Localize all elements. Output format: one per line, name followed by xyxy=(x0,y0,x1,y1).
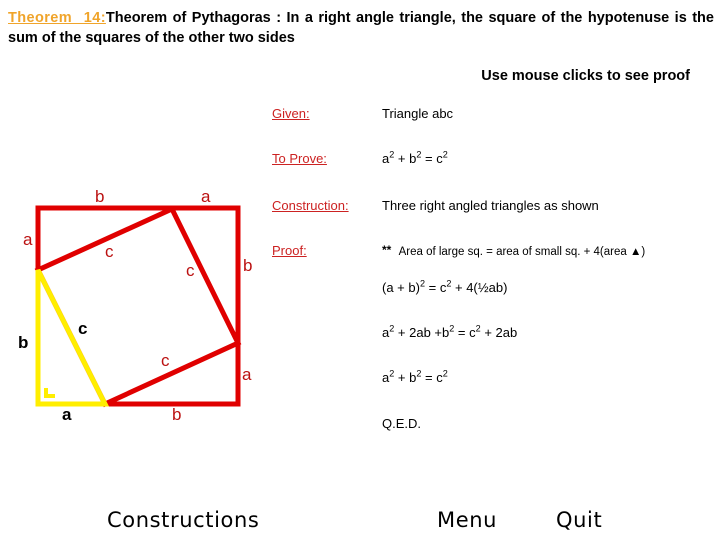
diagram-label-c-upper: c xyxy=(105,242,114,261)
proof-qed: Q.E.D. xyxy=(382,416,422,431)
right-angle-marker xyxy=(44,388,55,398)
pythagoras-diagram: b a a c c b c b c a a b xyxy=(0,0,290,440)
diagram-label-c-yellow: c xyxy=(78,319,88,338)
inner-square-shape xyxy=(34,205,242,408)
constructions-button[interactable]: Constructions xyxy=(107,508,259,532)
highlighted-triangle-shape xyxy=(35,268,110,407)
diagram-label-a-left-upper: a xyxy=(23,230,33,249)
quit-button[interactable]: Quit xyxy=(556,508,602,532)
proof-statement-wrap: ** Area of large sq. = area of small sq.… xyxy=(382,243,645,258)
given-value: Triangle abc xyxy=(382,106,454,121)
diagram-label-b-right: b xyxy=(243,256,253,275)
proof-equation-2: a2 + 2ab +b2 = c2 + 2ab xyxy=(382,323,518,340)
outer-square-shape xyxy=(35,205,241,407)
to-prove-value: a2 + b2 = c2 xyxy=(382,149,448,166)
construction-value: Three right angled triangles as shown xyxy=(382,198,599,213)
proof-equation-1: (a + b)2 = c2 + 4(½ab) xyxy=(382,278,508,295)
diagram-label-c-lower: c xyxy=(161,351,170,370)
diagram-label-b-bottom: b xyxy=(172,405,182,424)
diagram-label-a-top-right: a xyxy=(201,187,211,206)
diagram-label-a-bottom: a xyxy=(62,405,72,424)
menu-button[interactable]: Menu xyxy=(437,508,497,532)
diagram-label-b-top-left: b xyxy=(95,187,105,206)
diagram-label-c-right: c xyxy=(186,261,195,280)
asterisk-marker: ** xyxy=(382,243,392,257)
diagram-label-a-right-lower: a xyxy=(242,365,252,384)
diagram-label-b-left-lower: b xyxy=(18,333,29,352)
proof-statement: Area of large sq. = area of small sq. + … xyxy=(398,246,646,258)
proof-equation-3: a2 + b2 = c2 xyxy=(382,368,448,385)
